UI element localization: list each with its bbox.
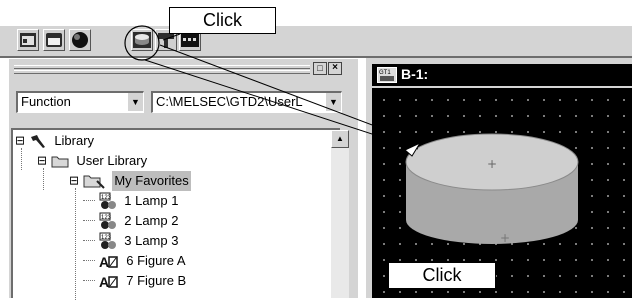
annotation-overlay — [124, 25, 422, 157]
